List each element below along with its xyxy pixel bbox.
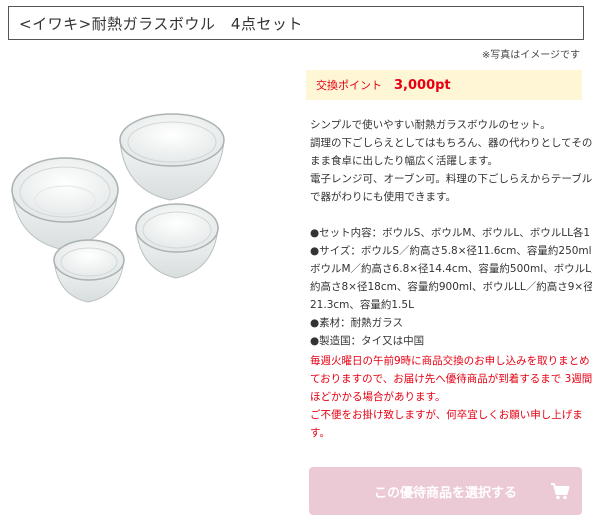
points-value: 3,000pt <box>394 77 451 93</box>
description-line: で器がわりにも使用できます。 <box>310 191 456 203</box>
select-item-button-label: この優待商品を選択する <box>373 485 517 501</box>
description-line: 調理の下ごしらえとしてはもちろん、器の代わりとしてその <box>310 137 592 149</box>
points-label: 交換ポイント <box>316 79 382 92</box>
product-title: <イワキ>耐熱ガラスボウル 4点セット <box>8 6 584 40</box>
spec-line: ●セット内容：ボウルS、ボウルM、ボウルL、ボウルLL各1 <box>310 227 591 239</box>
delivery-notice: 毎週火曜日の午前9時に商品交換のお申し込みを取りまとめ ておりますので、お届け先… <box>310 352 592 442</box>
description-line: シンプルで使いやすい耐熱ガラスボウルのセット。 <box>310 119 551 131</box>
notice-line: ご不便をお掛け致しますが、何卒宜しくお願い申し上げま <box>310 409 583 421</box>
cart-icon <box>551 483 570 500</box>
spec-line: 約高さ8×径18cm、容量約900ml、ボウルLL／約高さ9×径 <box>310 281 592 293</box>
description-line: まま食卓に出したり幅広く活躍します。 <box>310 155 498 167</box>
bowl-ll <box>119 113 225 201</box>
product-image <box>8 88 286 320</box>
bowl-l <box>11 157 119 251</box>
notice-line: ほどかかる場合があります。 <box>310 391 446 403</box>
bowl-s <box>53 239 125 303</box>
notice-line: 毎週火曜日の午前9時に商品交換のお申し込みを取りまとめ <box>310 355 590 367</box>
spec-line: ●素材：耐熱ガラス <box>310 317 403 329</box>
notice-line: す。 <box>310 427 330 439</box>
product-description: シンプルで使いやすい耐熱ガラスボウルのセット。 調理の下ごしらえとしてはもちろん… <box>310 116 592 350</box>
bowl-m <box>135 203 219 279</box>
points-bar: 交換ポイント 3,000pt <box>306 70 582 100</box>
product-title-text: <イワキ>耐熱ガラスボウル 4点セット <box>19 14 303 33</box>
spec-line: ●サイズ：ボウルS／約高さ5.8×径11.6cm、容量約250ml、 <box>310 245 592 257</box>
spec-line: 21.3cm、容量約1.5L <box>310 299 414 311</box>
description-line: 電子レンジ可、オーブン可。料理の下ごしらえからテーブル <box>310 173 592 185</box>
photo-note: ※写真はイメージです <box>481 50 580 61</box>
select-item-button[interactable]: この優待商品を選択する <box>309 467 582 515</box>
spec-line: ボウルM／約高さ6.8×径14.4cm、容量約500ml、ボウルL／ <box>310 263 592 275</box>
spec-line: ●製造国：タイ又は中国 <box>310 335 425 347</box>
notice-line: ておりますので、お届け先へ優待商品が到着するまで 3週間 <box>310 373 592 385</box>
